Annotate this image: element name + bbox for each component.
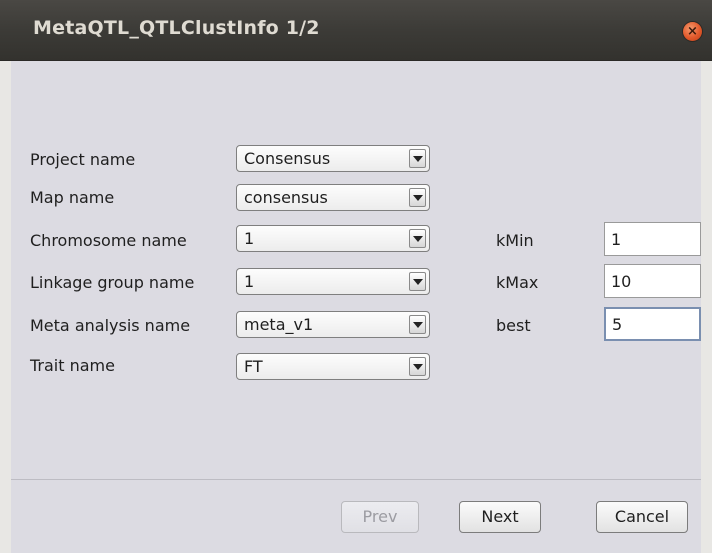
linkage-group-name-value: 1	[244, 272, 255, 291]
prev-button[interactable]: Prev	[341, 501, 419, 533]
chromosome-name-value: 1	[244, 229, 255, 248]
best-field[interactable]	[604, 307, 701, 341]
trait-name-select[interactable]: FT	[236, 353, 430, 380]
chevron-down-icon[interactable]	[409, 315, 426, 334]
footer-divider	[11, 479, 701, 480]
map-name-value: consensus	[244, 188, 328, 207]
map-name-select[interactable]: consensus	[236, 184, 430, 211]
title-bar: MetaQTL_QTLClustInfo 1/2 ×	[0, 0, 712, 61]
kmax-field[interactable]	[604, 264, 701, 298]
project-name-label: Project name	[30, 150, 136, 169]
kmax-label: kMax	[496, 273, 539, 292]
meta-analysis-name-select[interactable]: meta_v1	[236, 311, 430, 338]
cancel-button[interactable]: Cancel	[596, 501, 688, 533]
chevron-down-icon[interactable]	[409, 357, 426, 376]
meta-analysis-name-label: Meta analysis name	[30, 316, 191, 335]
chevron-down-icon[interactable]	[409, 188, 426, 207]
kmin-field[interactable]	[604, 222, 701, 256]
trait-name-label: Trait name	[30, 356, 115, 375]
chevron-down-icon[interactable]	[409, 149, 426, 168]
linkage-group-name-select[interactable]: 1	[236, 268, 430, 295]
kmin-label: kMin	[496, 231, 534, 250]
next-button[interactable]: Next	[459, 501, 541, 533]
window-title: MetaQTL_QTLClustInfo 1/2	[33, 17, 320, 39]
meta-analysis-name-value: meta_v1	[244, 315, 314, 334]
project-name-select[interactable]: Consensus	[236, 145, 430, 172]
best-label: best	[496, 316, 531, 335]
linkage-group-name-label: Linkage group name	[30, 273, 195, 292]
chromosome-name-select[interactable]: 1	[236, 225, 430, 252]
trait-name-value: FT	[244, 357, 263, 376]
map-name-label: Map name	[30, 188, 115, 207]
chromosome-name-label: Chromosome name	[30, 231, 187, 250]
close-icon: ×	[687, 24, 698, 39]
chevron-down-icon[interactable]	[409, 272, 426, 291]
close-button[interactable]: ×	[683, 22, 702, 41]
chevron-down-icon[interactable]	[409, 229, 426, 248]
project-name-value: Consensus	[244, 149, 331, 168]
